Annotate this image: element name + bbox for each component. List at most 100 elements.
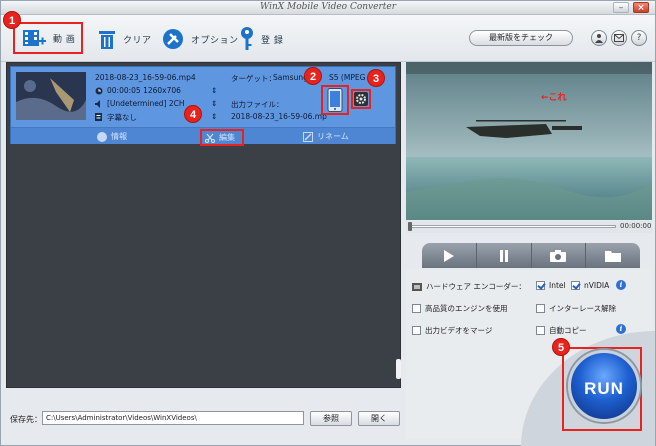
destination-field[interactable]: C:\Users\Administrator\Videos\WinXVideos… xyxy=(42,411,304,425)
seek-bar[interactable]: 00:00:00 xyxy=(406,221,652,233)
user-icon[interactable] xyxy=(591,30,607,46)
output-bar: 保存先： C:\Users\Administrator\Videos\WinXV… xyxy=(6,401,401,441)
subtitle-icon xyxy=(95,113,102,121)
item-actions-bar: 情報 編集 リネーム xyxy=(11,127,395,146)
target-value: Samsung xyxy=(273,73,308,82)
nvidia-label: nVIDIA xyxy=(584,281,610,290)
rename-action-label: リネーム xyxy=(317,132,349,141)
seek-track[interactable] xyxy=(410,225,616,228)
autocopy-option[interactable]: 自動コピー xyxy=(536,325,587,336)
video-thumbnail xyxy=(16,72,86,120)
info-icon xyxy=(97,131,107,142)
subtitle-dropdown-icon[interactable]: ⇕ xyxy=(211,112,217,121)
callout-badge-4: 4 xyxy=(184,105,202,123)
app-window: WinX Mobile Video Converter – × 動 画 クリア xyxy=(0,0,656,446)
playback-controls xyxy=(422,243,640,268)
clear-button[interactable]: クリア xyxy=(97,25,152,53)
destination-label: 保存先： xyxy=(10,415,42,424)
chip-icon xyxy=(412,282,422,291)
file-duration: 00:00:05 1260x706 xyxy=(107,86,181,95)
run-button[interactable]: RUN xyxy=(568,350,640,422)
deinterlace-label: インターレース解除 xyxy=(549,304,617,313)
run-label: RUN xyxy=(584,379,624,398)
nvidia-option[interactable]: nVIDIA xyxy=(571,281,609,290)
preview-annotation: ←これ xyxy=(541,93,567,103)
open-snapshot-folder-button[interactable] xyxy=(586,243,640,268)
play-button[interactable] xyxy=(422,243,477,268)
hw-encoder-label: ハードウェア エンコーダー： xyxy=(426,282,526,291)
clock-icon xyxy=(95,87,103,95)
file-name: 2018-08-23_16-59-06.mp4 xyxy=(95,73,196,82)
hw-info-icon[interactable]: i xyxy=(616,280,626,290)
intel-checkbox[interactable] xyxy=(536,281,545,290)
intel-option[interactable]: Intel xyxy=(536,281,566,290)
hq-engine-checkbox[interactable] xyxy=(412,304,421,313)
title-bar: WinX Mobile Video Converter – × xyxy=(1,1,655,15)
merge-checkbox[interactable] xyxy=(412,326,421,335)
intel-label: Intel xyxy=(549,281,566,290)
callout-badge-1: 1 xyxy=(3,11,21,29)
phone-icon[interactable] xyxy=(327,88,343,112)
check-update-button[interactable]: 最新版をチェック xyxy=(469,30,573,46)
dropdown-arrow-icon[interactable]: ⇕ xyxy=(211,86,217,95)
autocopy-checkbox[interactable] xyxy=(536,326,545,335)
option-label: オプション xyxy=(191,35,239,46)
camera-icon xyxy=(550,249,567,262)
window-title: WinX Mobile Video Converter xyxy=(259,2,397,12)
file-item[interactable]: 2018-08-23_16-59-06.mp4 00:00:05 1260x70… xyxy=(10,66,396,146)
deinterlace-checkbox[interactable] xyxy=(536,304,545,313)
merge-label: 出力ビデオをマージ xyxy=(425,326,493,335)
mail-icon[interactable] xyxy=(611,30,627,46)
file-list[interactable]: 2018-08-23_16-59-06.mp4 00:00:05 1260x70… xyxy=(6,62,401,388)
output-file: 2018-08-23_16-59-06.mp xyxy=(231,112,327,121)
wrench-icon xyxy=(163,29,183,49)
help-icon[interactable]: ? xyxy=(631,30,647,46)
browse-button[interactable]: 参照 xyxy=(310,411,352,426)
autocopy-label: 自動コピー xyxy=(549,326,587,335)
film-add-icon xyxy=(23,30,46,46)
folder-icon xyxy=(605,250,622,262)
autocopy-info-icon[interactable]: i xyxy=(616,324,626,334)
add-video-button[interactable]: 動 画 xyxy=(13,22,83,54)
rename-action[interactable]: リネーム xyxy=(303,131,349,142)
pause-icon xyxy=(499,249,508,262)
register-button[interactable]: 登 録 xyxy=(239,25,283,53)
snapshot-button[interactable] xyxy=(531,243,587,268)
merge-option[interactable]: 出力ビデオをマージ xyxy=(412,325,492,336)
close-button[interactable]: × xyxy=(633,2,649,13)
target-suffix: S5 (MPEG xyxy=(329,73,366,82)
target-label: ターゲット： xyxy=(231,74,276,83)
video-preview: ←これ xyxy=(406,62,652,220)
callout-badge-5: 5 xyxy=(552,338,570,356)
hq-engine-label: 高品質のエンジンを使用 xyxy=(425,304,508,313)
info-action-label: 情報 xyxy=(111,132,127,141)
add-video-label: 動 画 xyxy=(53,34,76,45)
hw-encoder-row: ハードウェア エンコーダー： xyxy=(412,281,526,292)
open-folder-button[interactable]: 開く xyxy=(358,411,400,426)
play-icon xyxy=(443,249,454,262)
trash-icon xyxy=(99,31,115,49)
minimize-button[interactable]: – xyxy=(613,2,629,13)
clear-label: クリア xyxy=(123,35,152,46)
info-action[interactable]: 情報 xyxy=(97,131,127,142)
scrollbar-thumb[interactable] xyxy=(396,359,401,379)
seek-handle[interactable] xyxy=(408,222,412,231)
key-icon xyxy=(241,27,253,50)
edit-action-label: 編集 xyxy=(219,133,235,142)
register-label: 登 録 xyxy=(261,35,284,46)
option-button[interactable]: オプション xyxy=(161,25,239,53)
nvidia-checkbox[interactable] xyxy=(571,281,580,290)
scissors-icon xyxy=(205,133,215,143)
callout-badge-3: 3 xyxy=(367,69,385,87)
pencil-icon xyxy=(303,131,313,142)
playback-time: 00:00:00 xyxy=(620,222,652,230)
hq-engine-option[interactable]: 高品質のエンジンを使用 xyxy=(412,303,508,314)
edit-action[interactable]: 編集 xyxy=(200,129,244,146)
toolbar: 動 画 クリア オプション 登 録 最新版をチェック ? xyxy=(1,15,655,62)
deinterlace-option[interactable]: インターレース解除 xyxy=(536,303,616,314)
audio-dropdown-icon[interactable]: ⇕ xyxy=(211,99,217,108)
pause-button[interactable] xyxy=(476,243,532,268)
speaker-icon xyxy=(95,100,100,108)
output-label: 出力ファイル： xyxy=(231,100,284,109)
gear-icon[interactable] xyxy=(354,92,368,106)
